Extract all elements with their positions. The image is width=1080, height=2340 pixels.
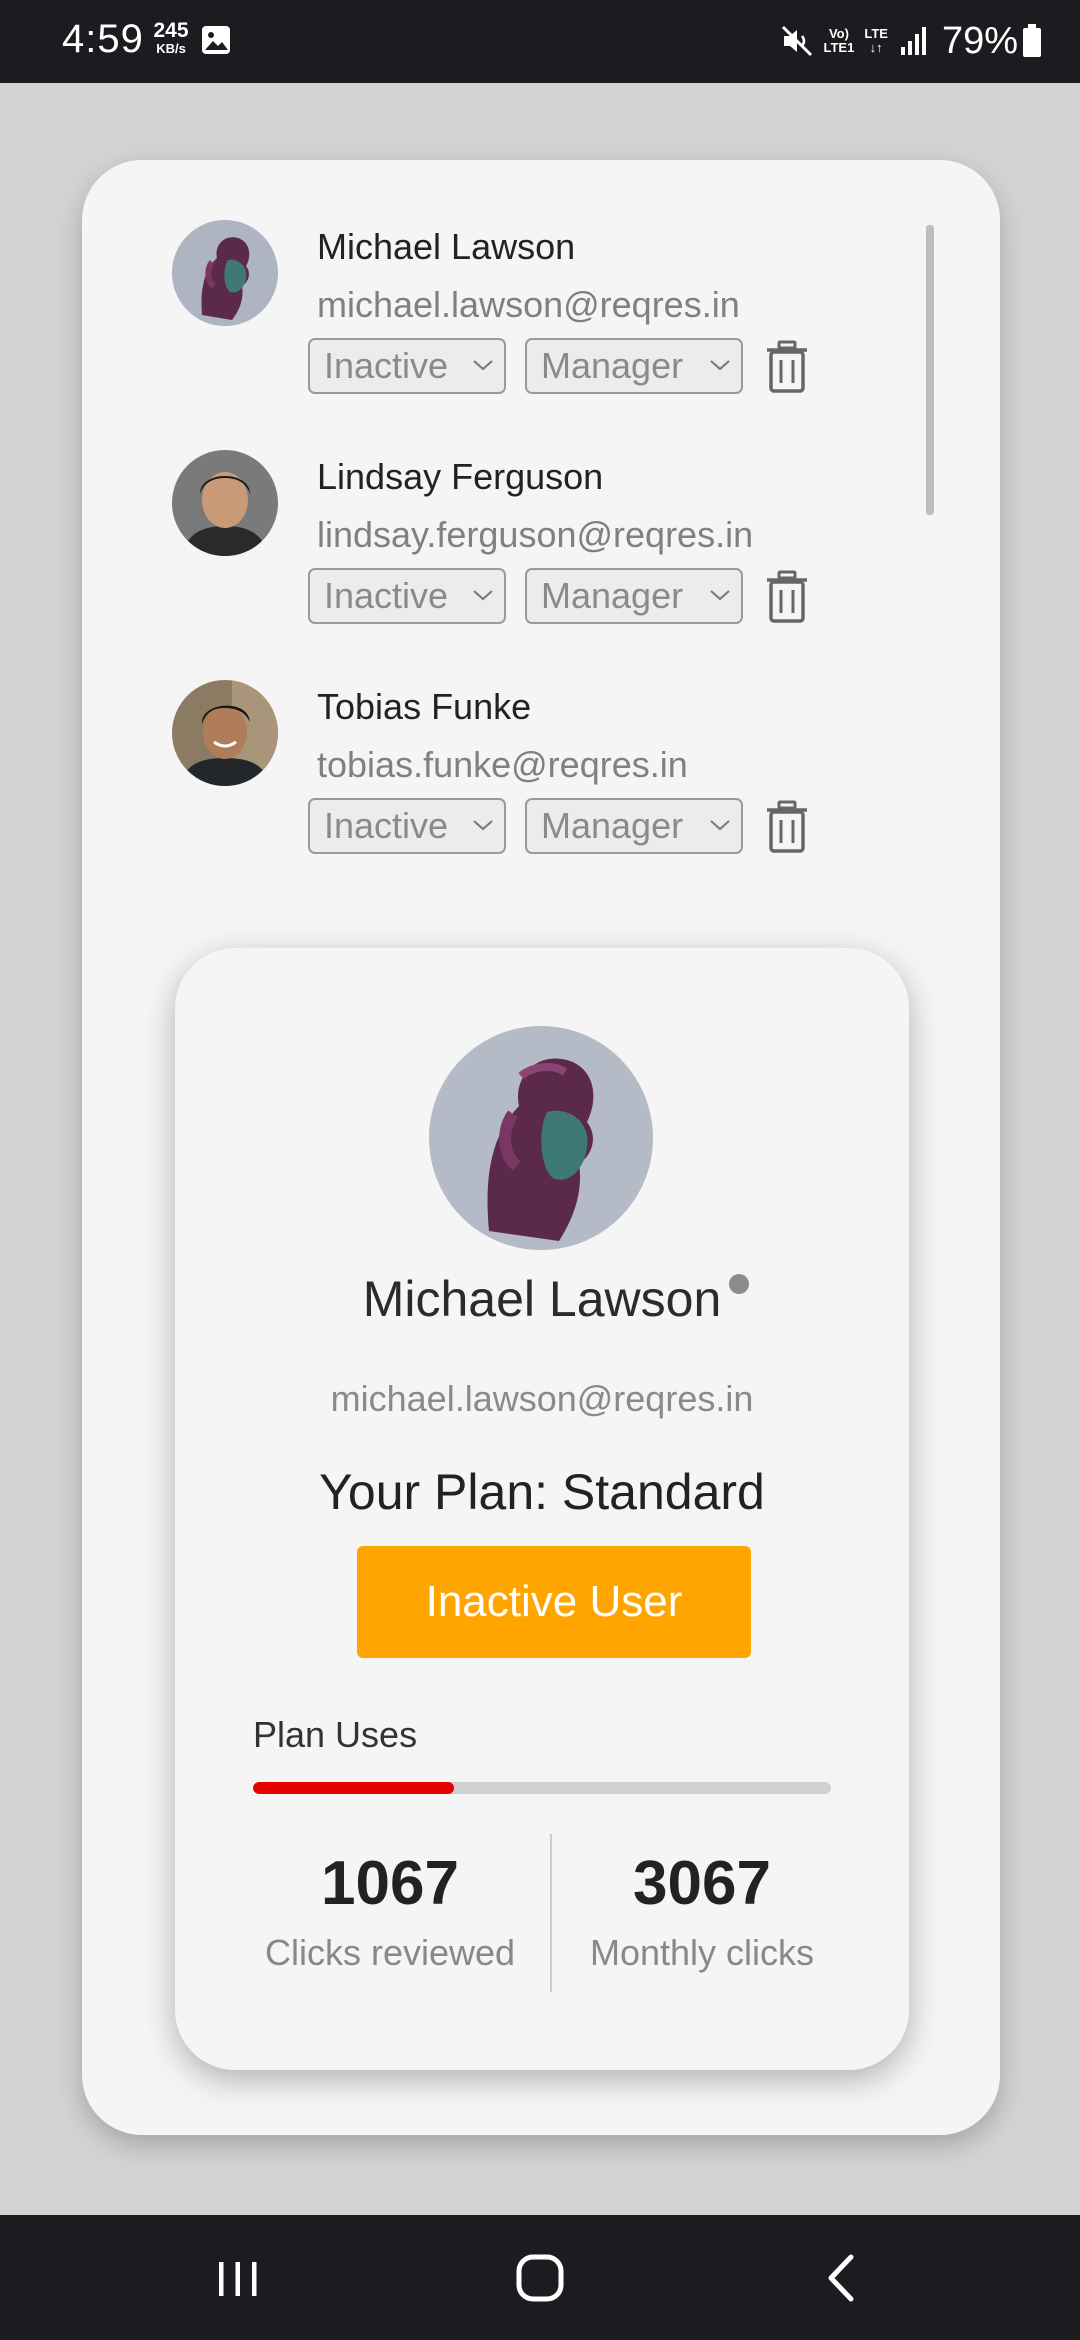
clicks-reviewed-stat: 1067 Clicks reviewed [240,1848,540,1974]
battery-percent: 79% [941,19,1018,62]
trash-icon[interactable] [765,340,809,394]
battery-icon [1023,24,1041,57]
plan-title: Your Plan: Standard [319,1464,765,1520]
profile-email: michael.lawson@reqres.in [330,1378,754,1419]
navigation-bar [0,2215,1080,2340]
user-email: tobias.funke@reqres.in [317,744,688,785]
monthly-clicks-value: 3067 [633,1849,771,1918]
avatar [172,450,278,556]
avatar [172,220,278,326]
profile-name: Michael Lawson [362,1271,722,1327]
lte-icon: LTE ↓↑ [864,27,888,54]
plan-uses-progress [253,1782,831,1794]
status-dropdown[interactable]: Inactive [308,568,506,624]
network-speed-unit: KB/s [156,41,186,56]
profile-card: Michael Lawson michael.lawson@reqres.in … [175,948,909,2070]
role-dropdown[interactable]: Manager [525,798,743,854]
trash-icon[interactable] [765,570,809,624]
status-dropdown-value: Inactive [324,805,449,846]
user-list[interactable]: Michael Lawson michael.lawson@reqres.in … [82,220,1000,1043]
list-item[interactable]: Tobias Funke tobias.funke@reqres.in Inac… [172,680,892,880]
user-name: Lindsay Ferguson [317,456,604,497]
status-dropdown[interactable]: Inactive [308,798,506,854]
status-dropdown[interactable]: Inactive [308,338,506,394]
user-name: Michael Lawson [317,226,576,267]
recent-apps-icon[interactable] [203,2245,273,2311]
data-arrows: ↓↑ [869,40,883,55]
user-name: Tobias Funke [317,686,532,727]
chevron-down-icon [710,360,730,371]
chevron-down-icon [710,820,730,831]
profile-avatar [429,1026,653,1250]
network-speed-value: 245 [153,19,189,42]
monthly-clicks-label: Monthly clicks [589,1932,815,1973]
status-time: 4:59 [62,17,144,61]
chevron-down-icon [473,820,493,831]
status-indicator [729,1274,749,1294]
list-item[interactable]: Michael Lawson michael.lawson@reqres.in … [172,220,892,420]
mute-icon [781,25,812,57]
clicks-reviewed-label: Clicks reviewed [264,1932,516,1973]
role-dropdown-value: Manager [541,345,684,386]
clicks-reviewed-value: 1067 [321,1849,459,1918]
status-dropdown-value: Inactive [324,345,449,386]
role-dropdown[interactable]: Manager [525,338,743,394]
chevron-down-icon [473,360,493,371]
network-speed: 245 KB/s [150,20,192,55]
user-email: michael.lawson@reqres.in [317,284,740,325]
monthly-clicks-stat: 3067 Monthly clicks [552,1848,852,1974]
volte-label: Vo) [828,26,849,42]
status-bar: 4:59 245 KB/s Vo) LTE1 LTE ↓↑ 79% [0,0,1080,83]
lte-label: LTE [864,26,888,42]
trash-icon[interactable] [765,800,809,854]
plan-uses-progress-fill [253,1782,455,1794]
avatar [172,680,278,786]
role-dropdown[interactable]: Manager [525,568,743,624]
chevron-down-icon [710,590,730,601]
plan-uses-label: Plan Uses [253,1714,418,1755]
signal-icon [900,27,926,55]
volte-icon: Vo) LTE1 [824,27,855,54]
lte1-label: LTE1 [823,40,855,55]
inactive-user-button[interactable]: Inactive User [357,1546,751,1658]
home-icon[interactable] [505,2245,575,2311]
role-dropdown-value: Manager [541,575,684,616]
chevron-down-icon [473,590,493,601]
list-item[interactable]: Lindsay Ferguson lindsay.ferguson@reqres… [172,450,892,650]
image-icon [202,26,230,54]
status-dropdown-value: Inactive [324,575,449,616]
user-email: lindsay.ferguson@reqres.in [317,514,754,555]
back-icon[interactable] [807,2245,877,2311]
role-dropdown-value: Manager [541,805,684,846]
status-icons: Vo) LTE1 LTE ↓↑ 79% [770,16,1042,66]
